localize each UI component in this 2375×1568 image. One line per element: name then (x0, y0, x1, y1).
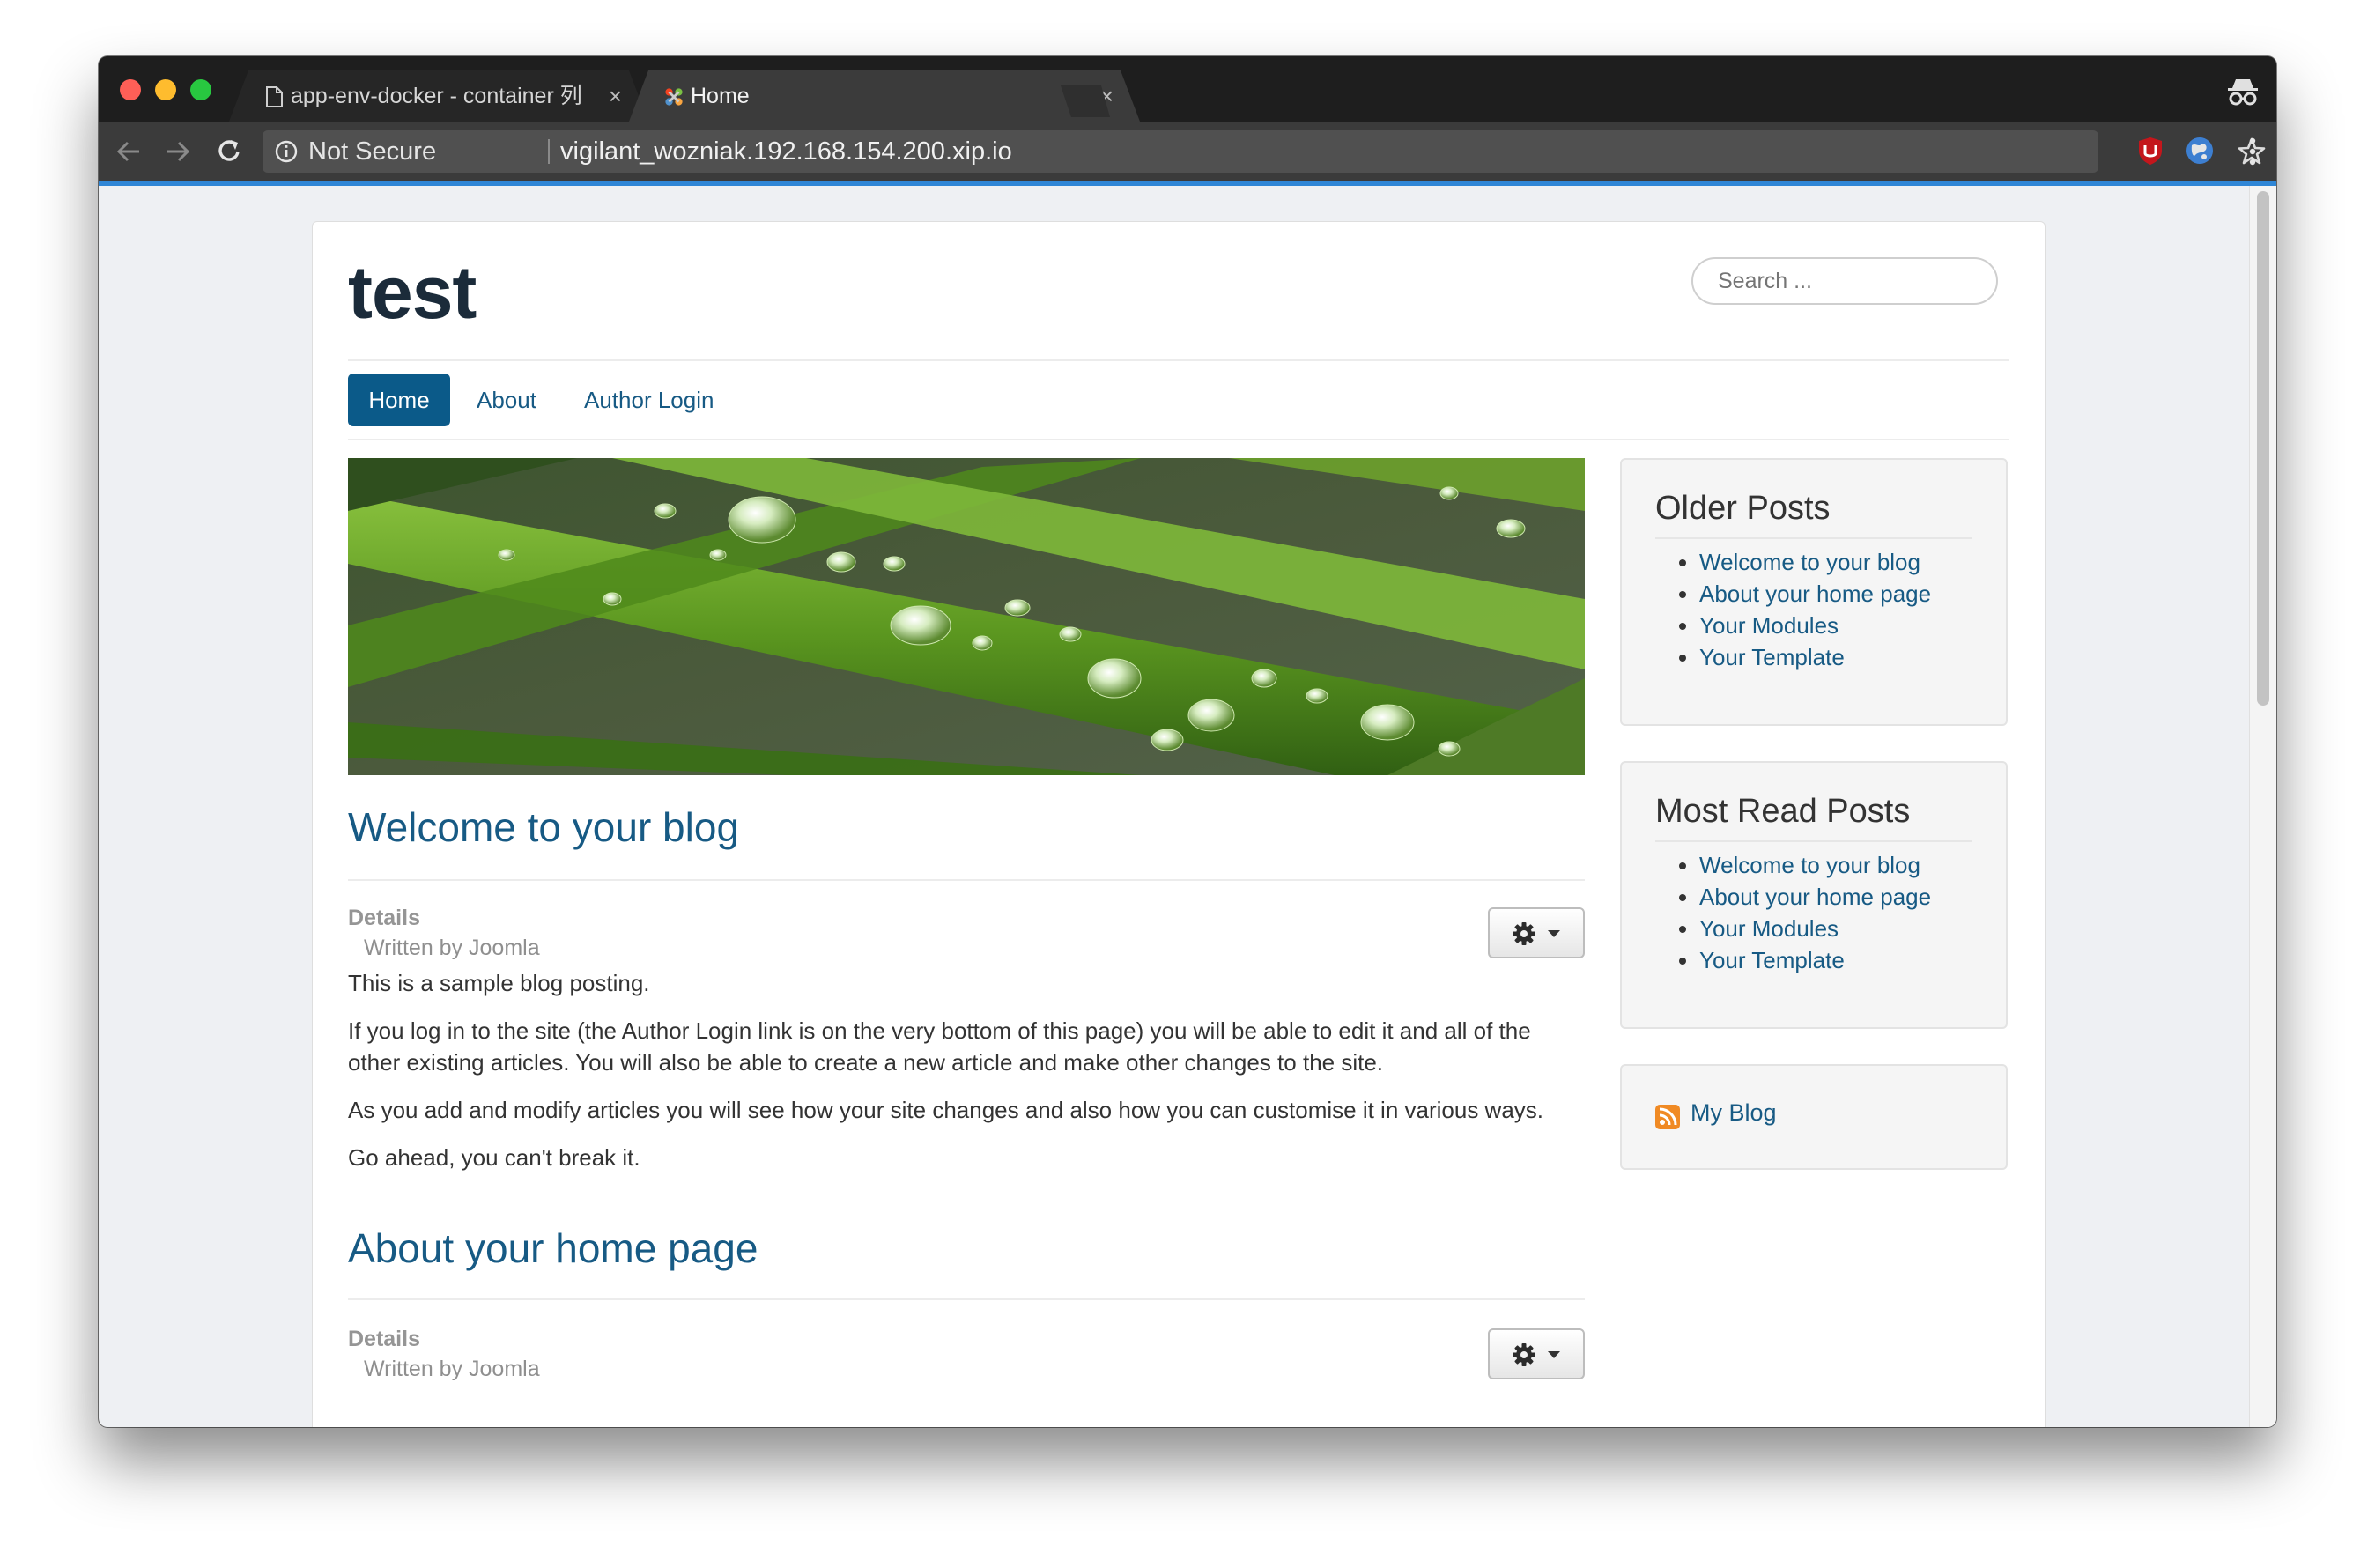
module-divider (1655, 537, 1972, 539)
nav-item-author-login[interactable]: Author Login (584, 374, 714, 426)
tab-strip: app-env-docker - container 列 × Home × (99, 56, 2276, 122)
forward-arrow-icon[interactable] (162, 136, 194, 167)
scrollbar[interactable] (2249, 186, 2276, 1427)
gear-icon (1513, 922, 1535, 945)
list-item[interactable]: Welcome to your blog (1699, 546, 1931, 578)
most-read-list: Welcome to your blog About your home pag… (1655, 849, 1931, 976)
article-author: Written by Joomla (364, 1357, 540, 1381)
window-minimize-button[interactable] (155, 79, 176, 100)
menu-divider (348, 439, 2009, 440)
older-posts-list: Welcome to your blog About your home pag… (1655, 546, 1931, 673)
module-title: Older Posts (1655, 490, 1831, 527)
tab-close-icon[interactable]: × (609, 70, 622, 122)
article-paragraph: This is a sample blog posting. (348, 970, 650, 996)
article-title[interactable]: About your home page (348, 1224, 758, 1272)
list-item[interactable]: Your Template (1699, 944, 1931, 976)
chevron-down-icon (1548, 1351, 1560, 1358)
list-item[interactable]: Welcome to your blog (1699, 849, 1931, 881)
nav-item-about[interactable]: About (477, 374, 536, 426)
article-paragraph: If you log in to the site (the Author Lo… (348, 1017, 1531, 1076)
ublock-icon[interactable] (2135, 136, 2165, 166)
hero-image (348, 458, 1585, 775)
older-posts-module: Older Posts Welcome to your blog About y… (1620, 458, 2008, 726)
browser-window: app-env-docker - container 列 × Home × No… (99, 56, 2276, 1427)
feed-module: My Blog (1620, 1064, 2008, 1170)
back-arrow-icon[interactable] (113, 136, 144, 167)
globe-icon[interactable] (2185, 136, 2215, 166)
document-icon (264, 86, 284, 107)
security-status[interactable]: Not Secure (308, 130, 436, 173)
article-divider (348, 1298, 1585, 1300)
nav-item-home[interactable]: Home (348, 374, 450, 426)
feed-link[interactable]: My Blog (1691, 1099, 1777, 1127)
site-container: test Home About Author Login (312, 221, 2046, 1427)
info-icon[interactable] (275, 140, 298, 163)
joomla-icon (664, 86, 684, 107)
page-viewport: test Home About Author Login (99, 186, 2276, 1427)
search-input[interactable] (1691, 257, 1998, 305)
header-divider (348, 359, 2009, 361)
article-details-label: Details (348, 906, 420, 930)
tab-app-env-docker[interactable]: app-env-docker - container 列 × (229, 70, 648, 122)
reload-icon[interactable] (213, 136, 245, 167)
scrollbar-thumb[interactable] (2257, 191, 2269, 706)
chevron-down-icon (1548, 930, 1560, 937)
list-item[interactable]: About your home page (1699, 881, 1931, 913)
module-divider (1655, 840, 1972, 842)
tab-label: Home (691, 84, 750, 108)
menu-dots-icon[interactable] (2248, 137, 2257, 166)
article-paragraph: As you add and modify articles you will … (348, 1097, 1544, 1123)
most-read-module: Most Read Posts Welcome to your blog Abo… (1620, 761, 2008, 1029)
address-bar[interactable]: Not Secure vigilant_wozniak.192.168.154.… (263, 130, 2266, 173)
list-item[interactable]: About your home page (1699, 578, 1931, 610)
gear-icon (1513, 1343, 1535, 1366)
article-details-label: Details (348, 1327, 420, 1351)
rss-icon[interactable] (1655, 1105, 1680, 1129)
article-paragraph: Go ahead, you can't break it. (348, 1144, 640, 1171)
list-item[interactable]: Your Modules (1699, 610, 1931, 641)
url-text[interactable]: vigilant_wozniak.192.168.154.200.xip.io (560, 130, 1012, 173)
window-maximize-button[interactable] (190, 79, 211, 100)
list-item[interactable]: Your Template (1699, 641, 1931, 673)
omnibox-divider (548, 139, 550, 164)
module-title: Most Read Posts (1655, 793, 1911, 830)
article-actions-button[interactable] (1488, 907, 1585, 958)
article-actions-button[interactable] (1488, 1328, 1585, 1379)
article-divider (348, 879, 1585, 881)
incognito-icon (2228, 79, 2258, 106)
list-item[interactable]: Your Modules (1699, 913, 1931, 944)
tab-label: app-env-docker - container 列 (291, 84, 582, 108)
article-author: Written by Joomla (364, 936, 540, 960)
site-title[interactable]: test (348, 250, 477, 336)
tab-home[interactable]: Home × (629, 70, 1140, 122)
browser-toolbar: Not Secure vigilant_wozniak.192.168.154.… (99, 122, 2276, 181)
window-close-button[interactable] (120, 79, 141, 100)
article-title[interactable]: Welcome to your blog (348, 803, 739, 851)
